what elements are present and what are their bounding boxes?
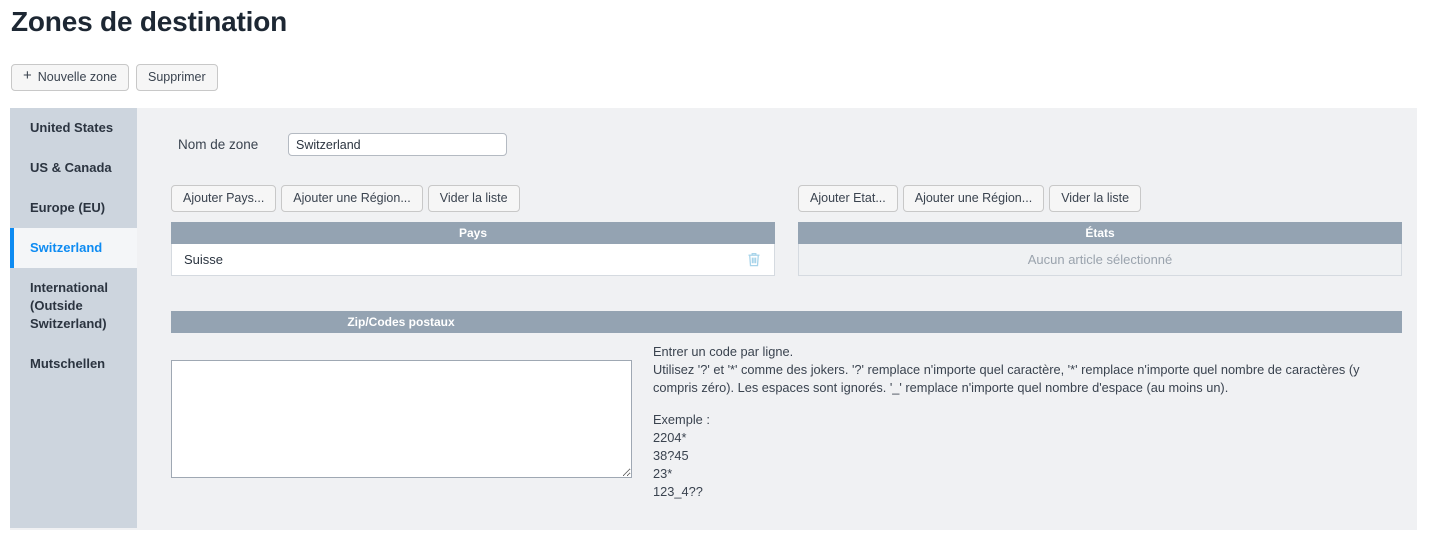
main-panel: United States US & Canada Europe (EU) Sw…: [10, 108, 1417, 530]
zip-help-line-1: Entrer un code par ligne.: [653, 344, 794, 359]
sidebar-item-europe-eu[interactable]: Europe (EU): [10, 188, 137, 228]
zip-codes-textarea[interactable]: [171, 360, 632, 478]
countries-button-row: Ajouter Pays... Ajouter une Région... Vi…: [171, 185, 775, 212]
country-row-label: Suisse: [184, 252, 224, 267]
zip-example-3: 23*: [653, 466, 673, 481]
zip-table-header-label: Zip/Codes postaux: [347, 315, 455, 329]
zip-example-1: 2204*: [653, 430, 687, 445]
states-button-row: Ajouter Etat... Ajouter une Région... Vi…: [798, 185, 1402, 212]
zip-help-text: Entrer un code par ligne. Utilisez '?' e…: [653, 343, 1393, 501]
sidebar-item-united-states[interactable]: United States: [10, 108, 137, 148]
toolbar: + Nouvelle zone Supprimer: [11, 64, 218, 91]
zone-name-label: Nom de zone: [178, 137, 259, 152]
add-country-region-button[interactable]: Ajouter une Région...: [281, 185, 423, 212]
sidebar-item-mutschellen[interactable]: Mutschellen: [10, 344, 137, 384]
sidebar-item-switzerland[interactable]: Switzerland: [10, 228, 137, 268]
add-state-region-button[interactable]: Ajouter une Région...: [902, 185, 1045, 212]
states-panel: Ajouter Etat... Ajouter une Région... Vi…: [798, 185, 1402, 276]
table-row: Suisse: [171, 244, 775, 276]
new-zone-button-label: Nouvelle zone: [37, 70, 117, 84]
new-zone-button[interactable]: + Nouvelle zone: [11, 64, 129, 91]
add-state-button[interactable]: Ajouter Etat...: [798, 185, 898, 212]
states-empty-text: Aucun article sélectionné: [1027, 252, 1173, 267]
zone-list-sidebar: United States US & Canada Europe (EU) Sw…: [10, 108, 137, 528]
page-title: Zones de destination: [11, 6, 288, 37]
states-empty-row: Aucun article sélectionné: [798, 244, 1402, 276]
zone-name-input[interactable]: [288, 133, 507, 156]
states-table-header: États: [798, 222, 1402, 244]
sidebar-item-us-canada[interactable]: US & Canada: [10, 148, 137, 188]
plus-icon: +: [23, 67, 32, 84]
zip-example-4: 123_4??: [653, 484, 703, 499]
zone-editor-content: Nom de zone Ajouter Pays... Ajouter une …: [137, 108, 1417, 530]
zip-example-label: Exemple :: [653, 412, 710, 427]
sidebar-item-international[interactable]: International (Outside Switzerland): [10, 268, 137, 344]
zip-help-line-2: Utilisez '?' et '*' comme des jokers. '?…: [653, 362, 1360, 395]
countries-panel: Ajouter Pays... Ajouter une Région... Vi…: [171, 185, 775, 276]
zone-name-row: Nom de zone: [178, 133, 507, 156]
zip-table-header: Zip/Codes postaux: [171, 311, 1402, 333]
clear-states-button[interactable]: Vider la liste: [1049, 185, 1142, 212]
trash-icon[interactable]: [746, 251, 762, 268]
clear-countries-button[interactable]: Vider la liste: [427, 185, 520, 212]
delete-zone-button[interactable]: Supprimer: [135, 64, 218, 91]
add-country-button[interactable]: Ajouter Pays...: [171, 185, 277, 212]
zip-example-2: 38?45: [653, 448, 689, 463]
countries-table-header: Pays: [171, 222, 775, 244]
